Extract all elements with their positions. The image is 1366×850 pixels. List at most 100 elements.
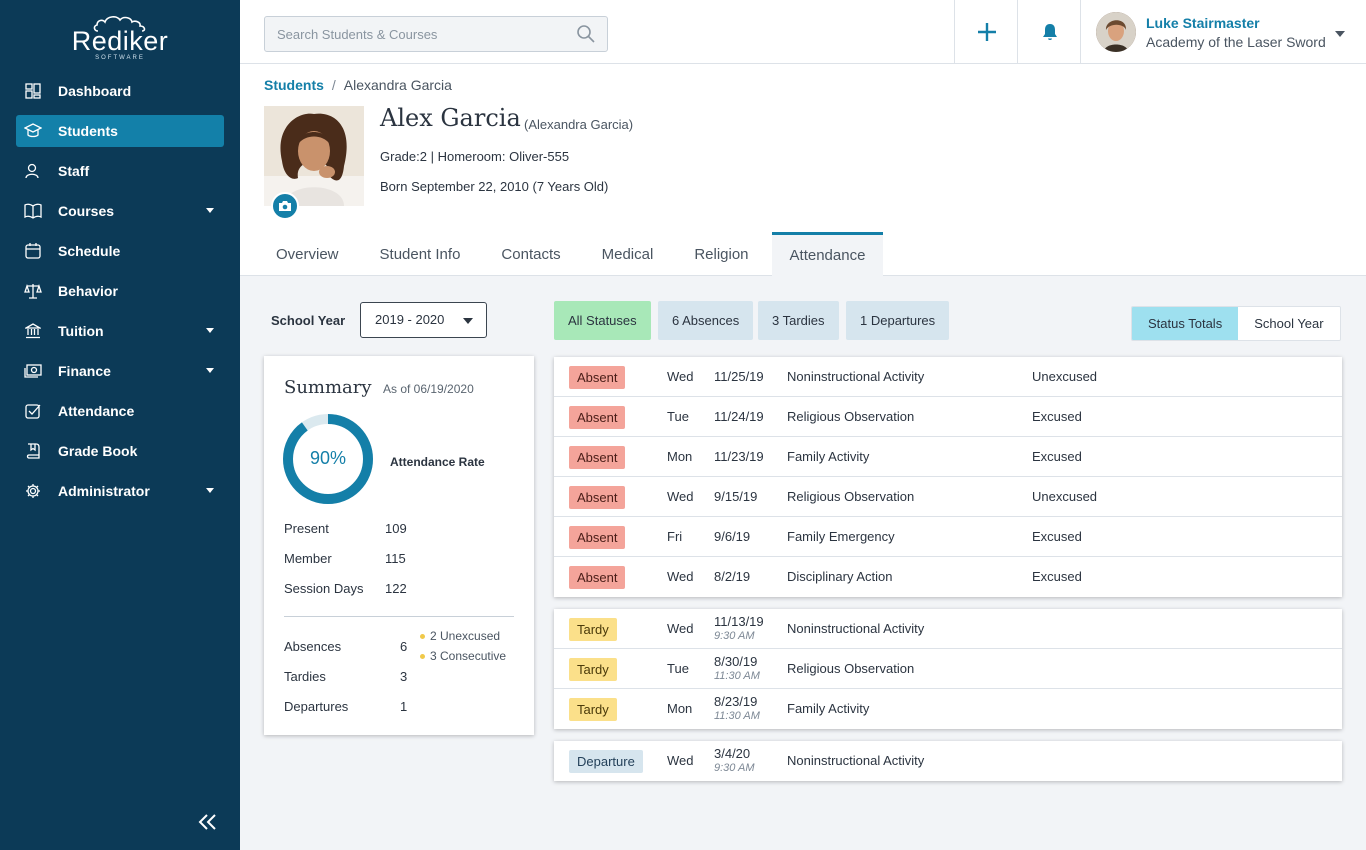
record-date: 8/23/19 <box>714 694 758 709</box>
student-name: Alex Garcia <box>380 104 521 132</box>
breadcrumb-students-link[interactable]: Students <box>264 77 324 93</box>
search-input[interactable] <box>264 16 608 52</box>
status-badge: Tardy <box>569 698 617 721</box>
change-photo-button[interactable] <box>271 192 299 220</box>
logo-word: Rediker <box>71 26 169 56</box>
list-item[interactable]: Absent Mon 11/23/19 Family Activity Excu… <box>554 437 1342 477</box>
chevron-down-icon <box>206 328 214 333</box>
plus-icon <box>978 22 996 41</box>
gear-icon <box>24 482 42 500</box>
absences-list: Absent Wed 11/25/19 Noninstructional Act… <box>554 357 1342 597</box>
count-value: 3 <box>400 669 408 684</box>
search-icon[interactable] <box>576 24 596 44</box>
tab-religion[interactable]: Religion <box>676 232 766 276</box>
add-button[interactable] <box>956 0 1018 63</box>
profile-tabs: Overview Student Info Contacts Medical R… <box>258 232 888 276</box>
sidebar-item-finance[interactable]: Finance <box>16 355 224 387</box>
dashboard-icon <box>24 82 42 100</box>
record-excuse: Excused <box>1032 449 1082 464</box>
student-legal-name: (Alexandra Garcia) <box>524 117 634 132</box>
record-day: Mon <box>667 449 693 464</box>
school-year-value: 2019 - 2020 <box>375 312 445 327</box>
sidebar-item-dashboard[interactable]: Dashboard <box>16 75 224 107</box>
toggle-status-totals[interactable]: Status Totals <box>1132 307 1239 340</box>
school-year-select[interactable]: 2019 - 2020 <box>360 302 487 338</box>
sidebar-item-label: Administrator <box>58 483 150 499</box>
count-label: Departures <box>284 699 349 714</box>
student-birth-date: Born September 22, 2010 (7 Years Old) <box>380 179 609 194</box>
list-item[interactable]: Absent Tue 11/24/19 Religious Observatio… <box>554 397 1342 437</box>
record-day: Wed <box>667 753 694 768</box>
filter-departures[interactable]: 1 Departures <box>846 301 950 340</box>
list-item[interactable]: Tardy Tue 8/30/19 11:30 AM Religious Obs… <box>554 649 1342 689</box>
sidebar-item-label: Dashboard <box>58 83 132 99</box>
divider <box>954 0 955 63</box>
sidebar-item-label: Staff <box>58 163 90 179</box>
user-menu[interactable]: Luke Stairmaster Academy of the Laser Sw… <box>1082 0 1366 63</box>
divider <box>1080 0 1081 63</box>
sidebar-item-courses[interactable]: Courses <box>16 195 224 227</box>
notifications-button[interactable] <box>1019 0 1081 63</box>
sidebar-item-label: Grade Book <box>58 443 138 459</box>
list-item[interactable]: Absent Wed 9/15/19 Religious Observation… <box>554 477 1342 517</box>
status-badge: Absent <box>569 406 626 429</box>
tab-overview[interactable]: Overview <box>258 232 357 276</box>
toggle-school-year[interactable]: School Year <box>1238 307 1340 340</box>
sidebar-item-staff[interactable]: Staff <box>16 155 224 187</box>
list-item[interactable]: Absent Wed 11/25/19 Noninstructional Act… <box>554 357 1342 397</box>
sidebar-item-schedule[interactable]: Schedule <box>16 235 224 267</box>
record-day: Tue <box>667 409 689 424</box>
record-day: Tue <box>667 661 689 676</box>
list-item[interactable]: Absent Fri 9/6/19 Family Emergency Excus… <box>554 517 1342 557</box>
list-item[interactable]: Tardy Wed 11/13/19 9:30 AM Noninstructio… <box>554 609 1342 649</box>
calendar-icon <box>24 242 42 260</box>
stat-value: 122 <box>385 581 407 596</box>
sidebar: Rediker SOFTWARE Dashboard Students Staf… <box>0 0 240 850</box>
sidebar-item-attendance[interactable]: Attendance <box>16 395 224 427</box>
divider <box>1017 0 1018 63</box>
sidebar-item-tuition[interactable]: Tuition <box>16 315 224 347</box>
record-time: 9:30 AM <box>714 762 755 774</box>
count-label: Tardies <box>284 669 326 684</box>
status-badge: Tardy <box>569 658 617 681</box>
list-item[interactable]: Departure Wed 3/4/20 9:30 AM Noninstruct… <box>554 741 1342 781</box>
tab-contacts[interactable]: Contacts <box>483 232 578 276</box>
record-date: 9/6/19 <box>714 529 751 544</box>
record-excuse: Excused <box>1032 409 1082 424</box>
sidebar-item-administrator[interactable]: Administrator <box>16 475 224 507</box>
filter-absences[interactable]: 6 Absences <box>658 301 754 340</box>
record-date: 9/15/19 <box>714 489 758 504</box>
bell-icon <box>1043 23 1057 40</box>
list-item[interactable]: Tardy Mon 8/23/19 11:30 AM Family Activi… <box>554 689 1342 729</box>
stat-label: Session Days <box>284 581 364 596</box>
sidebar-item-students[interactable]: Students <box>16 115 224 147</box>
tab-student-info[interactable]: Student Info <box>362 232 479 276</box>
record-reason: Noninstructional Activity <box>787 753 925 768</box>
absence-note: 3 Consecutive <box>420 649 506 663</box>
filter-tardies[interactable]: 3 Tardies <box>758 301 839 340</box>
sidebar-item-behavior[interactable]: Behavior <box>16 275 224 307</box>
sidebar-item-label: Behavior <box>58 283 118 299</box>
record-reason: Family Activity <box>787 701 870 716</box>
list-item[interactable]: Absent Wed 8/2/19 Disciplinary Action Ex… <box>554 557 1342 597</box>
record-date: 11/24/19 <box>714 409 764 424</box>
status-badge: Tardy <box>569 618 617 641</box>
breadcrumb-separator: / <box>331 77 336 93</box>
sidebar-item-grade-book[interactable]: Grade Book <box>16 435 224 467</box>
stat-value: 115 <box>385 551 406 566</box>
bank-icon <box>24 322 42 340</box>
scale-icon <box>24 282 42 300</box>
status-badge: Absent <box>569 526 626 549</box>
absence-note-text: 3 Consecutive <box>430 649 507 663</box>
record-day: Wed <box>667 489 694 504</box>
filter-all-statuses[interactable]: All Statuses <box>554 301 651 340</box>
status-badge: Departure <box>569 750 643 773</box>
tab-medical[interactable]: Medical <box>584 232 672 276</box>
record-time: 11:30 AM <box>714 670 760 682</box>
departures-list: Departure Wed 3/4/20 9:30 AM Noninstruct… <box>554 741 1342 781</box>
rediker-logo[interactable]: Rediker SOFTWARE <box>60 14 180 61</box>
stat-value: 109 <box>385 521 407 536</box>
collapse-sidebar-button[interactable] <box>196 810 222 834</box>
tab-attendance[interactable]: Attendance <box>771 232 884 276</box>
record-day: Mon <box>667 701 693 716</box>
